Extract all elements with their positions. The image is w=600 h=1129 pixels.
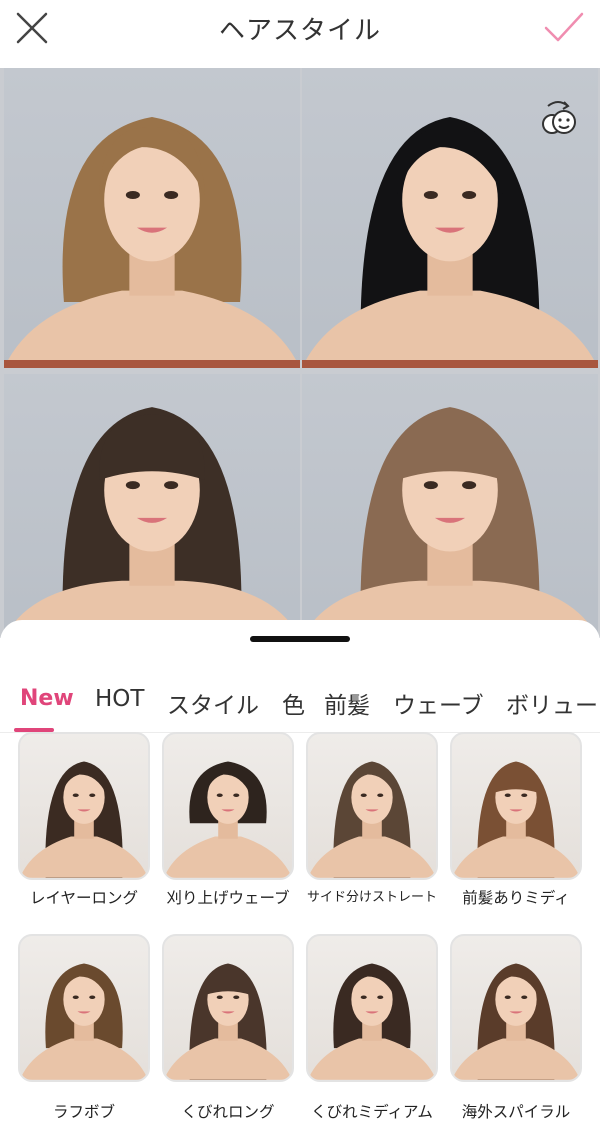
category-tabs: New HOT スタイル 色 前髪 ウェーブ ボリュー [0,680,600,734]
style-thumbnail [18,732,150,880]
style-thumbnail [306,934,438,1082]
style-thumbnail [450,934,582,1082]
style-thumbnail [18,934,150,1082]
style-thumbnail [162,732,294,880]
style-thumbnail [450,732,582,880]
preview-tile[interactable] [4,68,300,368]
tab-color[interactable]: 色 [282,686,305,720]
tab-bangs[interactable]: 前髪 [324,686,370,720]
style-label: くびれロング [181,1103,275,1121]
page-title: ヘアスタイル [218,16,381,46]
preview-tile[interactable] [302,68,598,368]
style-thumbnail [306,732,438,880]
preview-tile[interactable] [4,374,300,638]
style-label: サイド分けストレート [306,890,437,905]
style-label: 海外スパイラル [461,1103,571,1121]
tab-hot[interactable]: HOT [95,686,144,712]
face-swap-button[interactable] [536,96,580,140]
style-label: 前髪ありミディ [462,889,570,907]
style-label: 刈り上げウェーブ [166,889,290,907]
sheet-drag-handle[interactable] [250,636,350,642]
style-label: ラフボブ [52,1103,115,1121]
checkmark-icon [544,12,584,42]
header: ヘアスタイル [0,0,600,60]
style-label: レイヤーロング [29,889,139,907]
confirm-button[interactable] [542,8,586,48]
hairstyle-screen: ヘアスタイル New HOT スタイル 色 前髪 ウェーブ ボリュー レイヤーロ… [0,0,600,1129]
style-thumbnail [162,934,294,1082]
tab-wave[interactable]: ウェーブ [393,686,484,720]
style-label: くびれミディアム [311,1103,433,1121]
style-picker-sheet: New HOT スタイル 色 前髪 ウェーブ ボリュー レイヤーロング 刈り上げ… [0,620,600,1129]
tab-new[interactable]: New [20,686,74,711]
tab-volume[interactable]: ボリュー [506,686,598,720]
preview-grid [0,68,600,638]
face-swap-icon [542,101,576,134]
preview-tile[interactable] [302,374,598,638]
tab-style[interactable]: スタイル [167,686,259,720]
